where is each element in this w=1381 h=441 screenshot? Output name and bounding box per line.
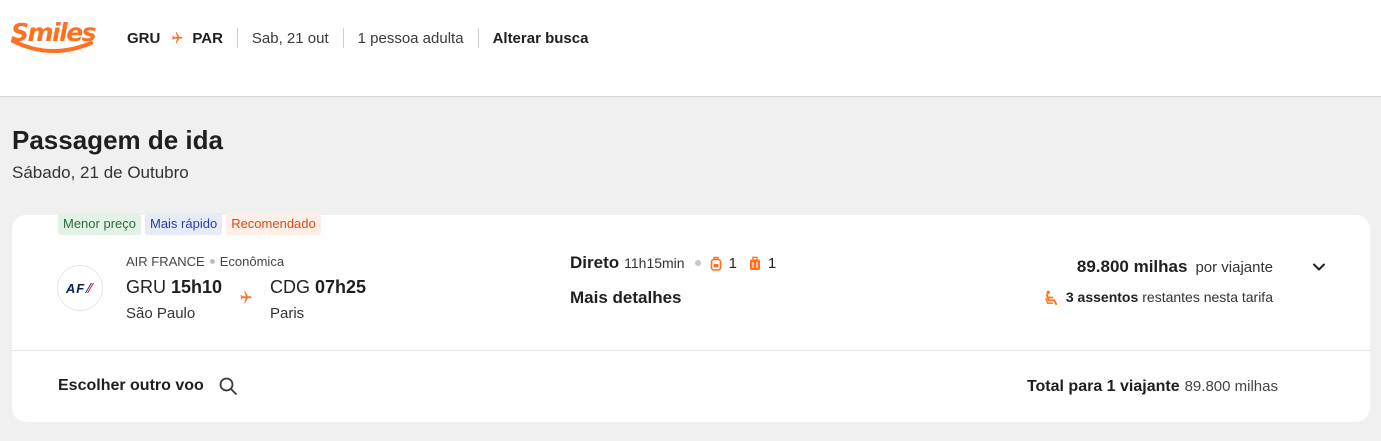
search-icon xyxy=(219,377,237,395)
flight-summary: Direto 11h15min 1 1 xyxy=(570,253,788,273)
header-destination: PAR xyxy=(192,29,223,47)
price: 89.800 milhas por viajante xyxy=(1077,257,1273,277)
price-miles: 89.800 milhas xyxy=(1076,257,1188,276)
carry-on-baggage: 1 xyxy=(710,255,737,272)
seat-icon xyxy=(1045,290,1057,305)
departure-time: 15h10 xyxy=(171,277,223,297)
price-suffix: por viajante xyxy=(1195,259,1273,276)
carry-on-count: 1 xyxy=(728,254,737,272)
arrival-code: CDG xyxy=(270,277,310,297)
more-details-link[interactable]: Mais detalhes xyxy=(570,288,682,308)
choose-other-flight-button[interactable]: Escolher outro voo xyxy=(58,376,238,396)
header-passengers: 1 pessoa adulta xyxy=(357,29,464,47)
divider xyxy=(236,28,238,48)
route: GRU PAR xyxy=(127,30,223,47)
tag-fastest: Mais rápido xyxy=(144,213,223,235)
airline-info: AIR FRANCE Econômica xyxy=(126,254,284,269)
card-divider xyxy=(12,350,1370,351)
seats-count: 3 assentos xyxy=(1065,289,1139,305)
header-date: Sab, 21 out xyxy=(251,29,329,47)
airline-stripe-icon xyxy=(85,283,95,293)
backpack-icon xyxy=(710,256,721,271)
plane-icon xyxy=(237,290,252,310)
header-origin: GRU xyxy=(127,29,161,47)
total: Total para 1 viajante 89.800 milhas xyxy=(1027,378,1278,396)
seats-text: restantes nesta tarifa xyxy=(1142,289,1273,305)
plane-icon xyxy=(169,31,183,45)
logo-smile-icon xyxy=(11,39,93,53)
suitcase-icon xyxy=(749,256,760,270)
flight-card[interactable]: Menor preço Mais rápido Recomendado AF A… xyxy=(12,213,1370,422)
page-title: Passagem de ida xyxy=(12,125,223,155)
choose-other-flight-label: Escolher outro voo xyxy=(58,377,204,394)
airline-logo: AF xyxy=(57,265,103,311)
tag-lowest-price: Menor preço xyxy=(58,213,141,235)
divider xyxy=(342,28,344,48)
total-value: 89.800 milhas xyxy=(1184,378,1278,395)
search-summary: GRU PAR Sab, 21 out 1 pessoa adulta Alte… xyxy=(127,27,588,49)
arrival-time: 07h25 xyxy=(315,277,367,297)
departure-code: GRU xyxy=(126,277,166,297)
change-search-button[interactable]: Alterar busca xyxy=(493,30,589,47)
airline-logo-text: AF xyxy=(65,280,86,296)
arrival-city: Paris xyxy=(270,305,305,322)
departure-city: São Paulo xyxy=(126,305,196,322)
total-label: Total para 1 viajante xyxy=(1026,378,1180,395)
airline-name: AIR FRANCE xyxy=(126,254,205,269)
dot-separator xyxy=(209,259,215,264)
flight-tags: Menor preço Mais rápido Recomendado xyxy=(58,213,321,235)
cabin-class: Econômica xyxy=(219,254,285,269)
checked-bag-count: 1 xyxy=(767,254,777,272)
dot-separator xyxy=(694,260,701,266)
duration: 11h15min xyxy=(624,255,685,271)
seats-remaining: 3 assentos restantes nesta tarifa xyxy=(1044,289,1273,305)
smiles-logo[interactable]: Smiles xyxy=(11,18,97,58)
chevron-down-icon[interactable] xyxy=(1312,260,1326,279)
stops-label: Direto xyxy=(570,253,620,272)
arrival: CDG 07h25 xyxy=(270,277,366,298)
top-bar: Smiles GRU PAR Sab, 21 out 1 pessoa adul… xyxy=(0,0,1381,97)
checked-baggage: 1 xyxy=(749,255,776,272)
divider xyxy=(477,28,479,48)
departure: GRU 15h10 xyxy=(126,277,222,298)
tag-recommended: Recomendado xyxy=(226,213,321,235)
page-date: Sábado, 21 de Outubro xyxy=(12,163,189,182)
